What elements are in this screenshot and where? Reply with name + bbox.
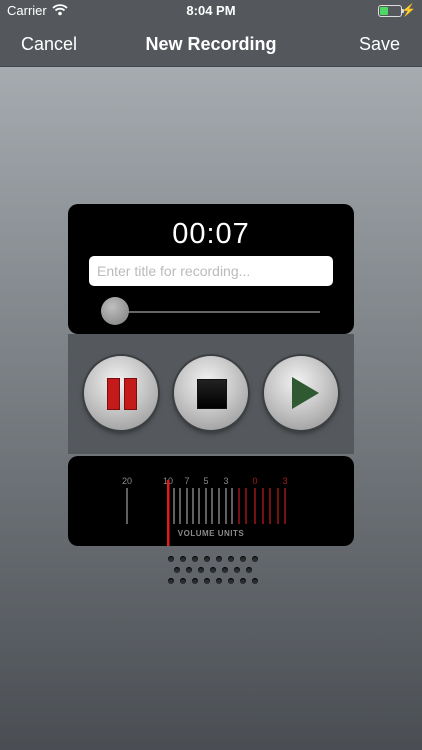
slider-knob[interactable] <box>101 297 129 325</box>
speaker-hole <box>234 567 240 573</box>
scale-label: 3 <box>223 476 228 486</box>
vu-tick <box>126 488 128 524</box>
scale-label: 5 <box>203 476 208 486</box>
vu-tick <box>218 488 220 524</box>
battery-icon <box>378 5 404 17</box>
speaker-hole <box>216 556 222 562</box>
speaker-hole <box>216 578 222 584</box>
play-button[interactable] <box>264 356 338 430</box>
speaker-grille <box>168 556 258 588</box>
pause-button[interactable] <box>84 356 158 430</box>
speaker-hole <box>204 556 210 562</box>
vu-tick <box>198 488 200 524</box>
navigation-bar: Cancel New Recording Save <box>0 22 422 67</box>
save-button[interactable]: Save <box>359 34 400 55</box>
vu-tick <box>211 488 213 524</box>
vu-tick <box>254 488 256 524</box>
transport-controls <box>68 334 354 454</box>
speaker-hole <box>192 556 198 562</box>
play-icon <box>292 377 319 409</box>
speaker-hole <box>222 567 228 573</box>
speaker-hole <box>180 556 186 562</box>
clock: 8:04 PM <box>186 3 236 18</box>
speaker-hole <box>174 567 180 573</box>
vu-tick <box>192 488 194 524</box>
vu-needle <box>167 480 170 546</box>
elapsed-time: 00:07 <box>172 218 250 250</box>
speaker-hole <box>198 567 204 573</box>
speaker-hole <box>240 578 246 584</box>
speaker-hole <box>204 578 210 584</box>
vu-tick <box>238 488 240 524</box>
stop-icon <box>197 379 227 409</box>
bolt-icon: ⚡ <box>401 3 416 17</box>
status-bar: Carrier 8:04 PM ⚡ <box>0 0 422 22</box>
speaker-hole <box>186 567 192 573</box>
vu-tick <box>269 488 271 524</box>
vu-scale: 20 10 7 5 3 0 3 VOLUME UNITS <box>122 476 288 546</box>
volume-meter: 20 10 7 5 3 0 3 VOLUME UNITS <box>68 456 354 546</box>
vu-tick <box>262 488 264 524</box>
speaker-hole <box>228 556 234 562</box>
speaker-hole <box>168 578 174 584</box>
scale-label: 0 <box>252 476 257 486</box>
playback-slider[interactable] <box>114 311 320 313</box>
vu-tick <box>245 488 247 524</box>
recording-title-input[interactable] <box>89 256 333 286</box>
scale-label: 3 <box>282 476 287 486</box>
vu-tick <box>277 488 279 524</box>
vu-tick <box>179 488 181 524</box>
speaker-hole <box>180 578 186 584</box>
meter-caption: VOLUME UNITS <box>178 529 245 538</box>
vu-tick <box>231 488 233 524</box>
speaker-hole <box>192 578 198 584</box>
speaker-hole <box>252 556 258 562</box>
scale-label: 20 <box>122 476 132 486</box>
speaker-hole <box>246 567 252 573</box>
speaker-hole <box>228 578 234 584</box>
vu-tick <box>205 488 207 524</box>
speaker-hole <box>210 567 216 573</box>
vu-tick <box>225 488 227 524</box>
stop-button[interactable] <box>174 356 248 430</box>
speaker-hole <box>240 556 246 562</box>
recorder-panel: 00:07 20 10 7 5 3 0 3 VOLUME UNITS <box>68 204 354 546</box>
speaker-hole <box>168 556 174 562</box>
scale-label: 7 <box>184 476 189 486</box>
vu-tick <box>173 488 175 524</box>
speaker-hole <box>252 578 258 584</box>
recorder-display: 00:07 <box>68 204 354 334</box>
vu-tick <box>284 488 286 524</box>
vu-tick <box>186 488 188 524</box>
